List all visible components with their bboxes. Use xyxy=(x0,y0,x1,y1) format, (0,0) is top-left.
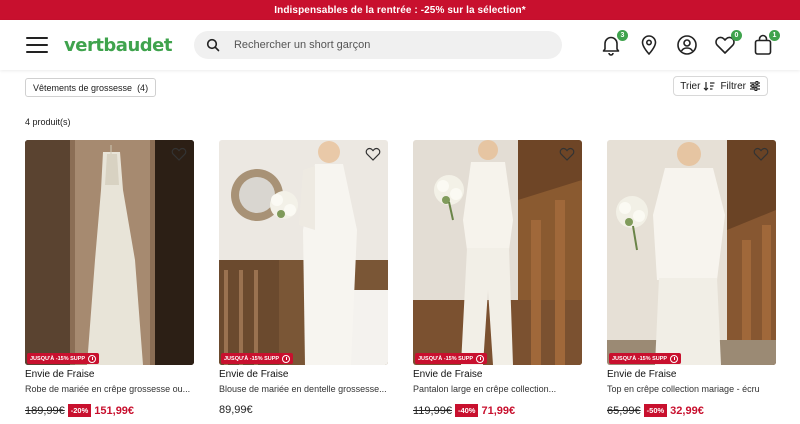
cart-badge: 1 xyxy=(769,30,780,41)
promo-tag-text: JUSQU'À -15% SUPP xyxy=(612,355,668,362)
product-image[interactable]: JUSQU'À -15% SUPP xyxy=(25,140,194,365)
wishlist-heart-icon[interactable] xyxy=(559,147,575,161)
result-count: 4 produit(s) xyxy=(25,117,71,127)
search-input[interactable] xyxy=(233,39,534,51)
category-filter-chip[interactable]: Vêtements de grossesse (4) xyxy=(25,78,157,97)
discount-badge: -20% xyxy=(67,404,92,417)
promo-banner[interactable]: Indispensables de la rentrée : -25% sur … xyxy=(0,0,800,20)
clock-icon xyxy=(670,354,679,363)
product-name[interactable]: Robe de mariée en crêpe grossesse ou... xyxy=(25,384,194,394)
clock-icon xyxy=(476,354,485,363)
search-bar[interactable] xyxy=(193,31,562,59)
product-prices: 189,99€ -20% 151,99€ xyxy=(25,404,194,417)
product-brand: Envie de Fraise xyxy=(607,369,677,380)
product-brand: Envie de Fraise xyxy=(219,369,289,380)
product-brand: Envie de Fraise xyxy=(413,369,483,380)
old-price: 119,99€ xyxy=(413,404,452,417)
account-icon[interactable] xyxy=(676,34,698,56)
product-brand: Envie de Fraise xyxy=(25,369,95,380)
sale-price: 151,99€ xyxy=(94,404,135,417)
promo-tag: JUSQU'À -15% SUPP xyxy=(221,353,294,364)
product-card[interactable]: JUSQU'À -15% SUPP Envie de Fraise Top en… xyxy=(607,140,776,417)
category-chip-count: (4) xyxy=(137,82,149,93)
listing-toolbar: Vêtements de grossesse (4) Trier Filtrer xyxy=(25,76,768,98)
product-card[interactable]: JUSQU'À -15% SUPP Envie de Fraise Robe d… xyxy=(25,140,194,417)
sort-filter-control: Trier Filtrer xyxy=(673,76,768,96)
filter-button[interactable]: Filtrer xyxy=(720,81,761,92)
product-name[interactable]: Blouse de mariée en dentelle grossesse..… xyxy=(219,384,388,394)
promo-tag: JUSQU'À -15% SUPP xyxy=(609,353,682,364)
promo-banner-text: Indispensables de la rentrée : -25% sur … xyxy=(274,4,526,16)
bag-icon[interactable]: 1 xyxy=(752,30,780,56)
search-icon[interactable] xyxy=(206,38,220,52)
product-prices: 65,99€ -50% 32,99€ xyxy=(607,404,776,417)
product-image[interactable]: JUSQU'À -15% SUPP xyxy=(219,140,388,365)
product-prices: 89,99€ xyxy=(219,404,388,416)
product-name[interactable]: Top en crêpe collection mariage - écru xyxy=(607,384,776,394)
sale-price: 32,99€ xyxy=(670,404,704,417)
price: 89,99€ xyxy=(219,404,253,416)
product-name[interactable]: Pantalon large en crêpe collection... xyxy=(413,384,582,394)
wishlist-heart-icon[interactable] xyxy=(171,147,187,161)
filter-label: Filtrer xyxy=(720,80,746,92)
site-header: vertbaudet 3 0 1 xyxy=(0,20,800,70)
location-pin-icon[interactable] xyxy=(638,34,660,56)
product-card[interactable]: JUSQU'À -15% SUPP Envie de Fraise Blouse… xyxy=(219,140,388,417)
notifications-badge: 3 xyxy=(617,30,628,41)
clock-icon xyxy=(88,354,97,363)
bell-icon[interactable]: 3 xyxy=(600,30,628,56)
menu-icon[interactable] xyxy=(26,37,48,53)
promo-tag-text: JUSQU'À -15% SUPP xyxy=(224,355,280,362)
old-price: 189,99€ xyxy=(25,404,65,417)
sort-button[interactable]: Trier xyxy=(680,81,715,92)
wishlist-badge: 0 xyxy=(731,30,742,41)
product-card[interactable]: JUSQU'À -15% SUPP Envie de Fraise Pantal… xyxy=(413,140,582,417)
sort-icon xyxy=(704,82,715,91)
promo-tag: JUSQU'À -15% SUPP xyxy=(415,353,488,364)
promo-tag-text: JUSQU'À -15% SUPP xyxy=(418,355,474,362)
product-image[interactable]: JUSQU'À -15% SUPP xyxy=(607,140,776,365)
sale-price: 71,99€ xyxy=(481,404,516,417)
promo-tag-text: JUSQU'À -15% SUPP xyxy=(30,355,86,362)
filter-sliders-icon xyxy=(750,81,760,91)
product-image[interactable]: JUSQU'À -15% SUPP xyxy=(413,140,582,365)
discount-badge: -40% xyxy=(454,404,479,417)
clock-icon xyxy=(282,354,291,363)
product-grid: JUSQU'À -15% SUPP Envie de Fraise Robe d… xyxy=(25,140,776,417)
wishlist-heart-icon[interactable] xyxy=(753,147,769,161)
category-chip-label: Vêtements de grossesse xyxy=(33,82,133,93)
header-actions: 3 0 1 xyxy=(600,20,780,70)
heart-icon[interactable]: 0 xyxy=(714,30,742,56)
logo[interactable]: vertbaudet xyxy=(64,35,172,56)
sort-label: Trier xyxy=(680,80,701,92)
product-prices: 119,99€ -40% 71,99€ xyxy=(413,404,582,417)
promo-tag: JUSQU'À -15% SUPP xyxy=(27,353,100,364)
discount-badge: -50% xyxy=(643,404,668,417)
wishlist-heart-icon[interactable] xyxy=(365,147,381,161)
old-price: 65,99€ xyxy=(607,404,641,417)
